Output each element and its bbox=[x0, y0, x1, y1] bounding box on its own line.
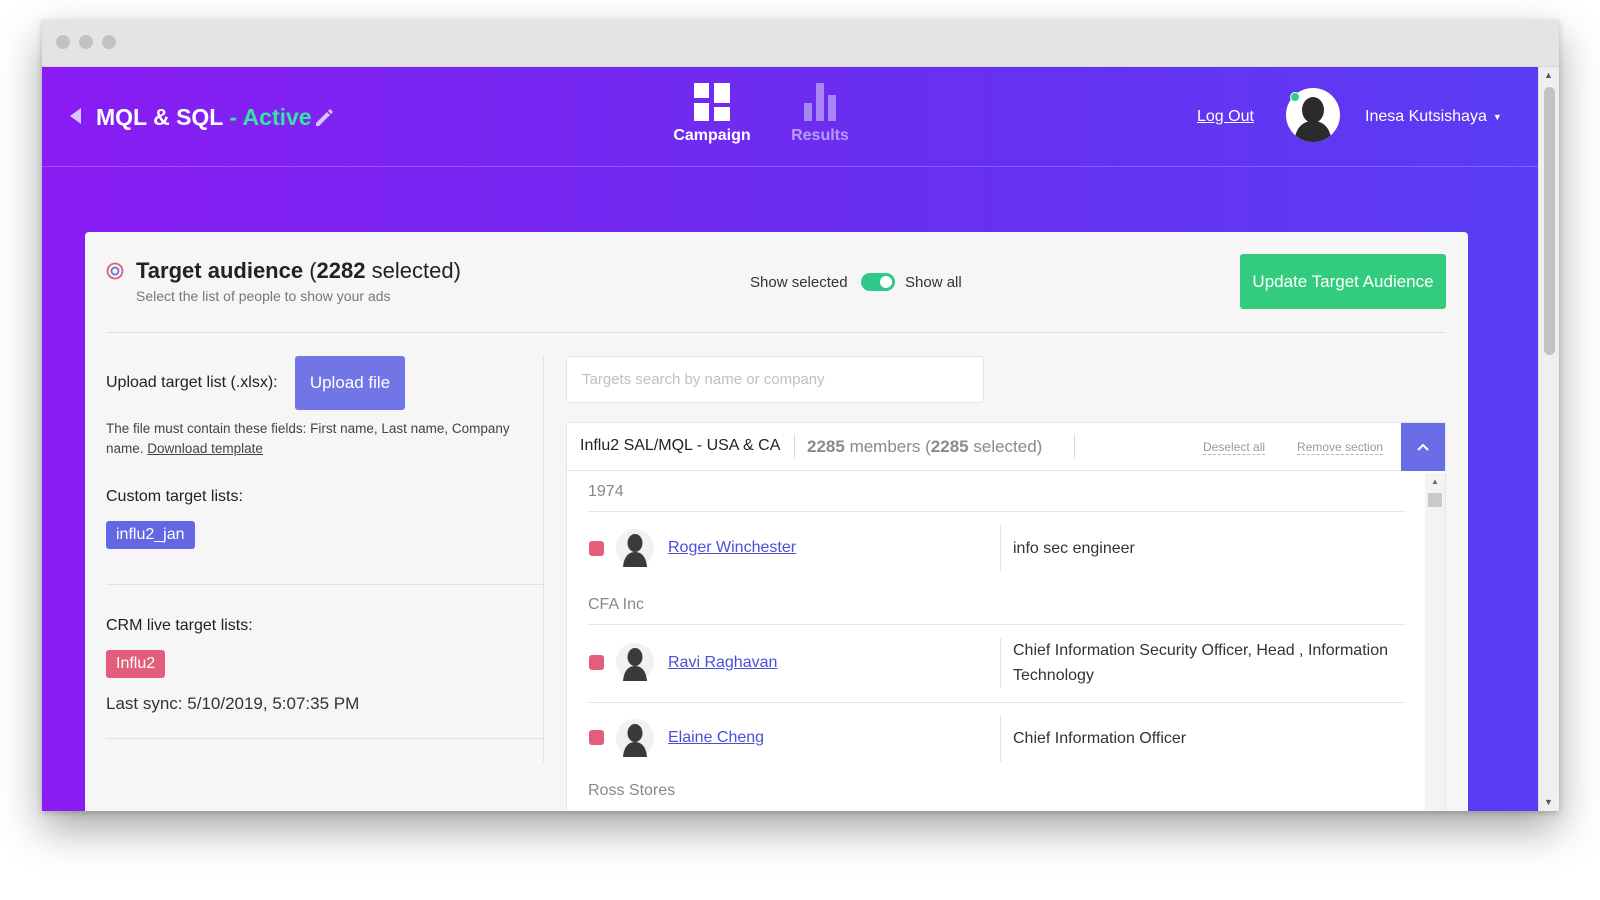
upload-file-button[interactable]: Upload file bbox=[295, 356, 405, 410]
close-window-dot[interactable] bbox=[56, 35, 70, 49]
row-divider bbox=[588, 624, 1406, 625]
back-arrow-icon[interactable] bbox=[70, 108, 81, 124]
page-scrollbar[interactable]: ▲ ▼ bbox=[1538, 67, 1559, 811]
campaign-status: Active bbox=[242, 104, 312, 130]
remove-section-link[interactable]: Remove section bbox=[1297, 440, 1384, 455]
members-selected: 2285 bbox=[930, 437, 969, 456]
dashboard-icon bbox=[694, 83, 730, 121]
collapse-section-button[interactable] bbox=[1401, 423, 1445, 471]
column-divider bbox=[543, 356, 544, 762]
chevron-up-icon bbox=[1417, 443, 1429, 451]
person-name-link[interactable]: Ravi Raghavan bbox=[668, 654, 777, 672]
person-silhouette-icon bbox=[616, 643, 654, 681]
download-template-link[interactable]: Download template bbox=[147, 441, 263, 456]
scroll-up-arrow-icon[interactable]: ▲ bbox=[1431, 477, 1439, 486]
selected-suffix: selected) bbox=[371, 258, 461, 283]
nav-tab-campaign[interactable]: Campaign bbox=[670, 83, 754, 145]
person-checkbox[interactable] bbox=[589, 541, 604, 556]
members-word: members ( bbox=[849, 437, 931, 456]
separator bbox=[1074, 434, 1075, 458]
members-selected-word: selected) bbox=[973, 437, 1043, 456]
person-job-title: Chief Information Security Officer, Head… bbox=[1013, 642, 1388, 684]
company-group-label: CFA Inc bbox=[588, 596, 645, 613]
selected-count: 2282 bbox=[316, 258, 366, 283]
column-divider bbox=[1000, 525, 1001, 571]
person-job-title: info sec engineer bbox=[1013, 540, 1135, 557]
page-scroll-thumb[interactable] bbox=[1544, 87, 1555, 355]
segment-header: Influ2 SAL/MQL - USA & CA 2285 members (… bbox=[567, 423, 1445, 471]
last-sync-text: Last sync: 5/10/2019, 5:07:35 PM bbox=[106, 694, 360, 713]
campaign-title: MQL & SQL - Active bbox=[96, 104, 312, 131]
custom-list-tag[interactable]: influ2_jan bbox=[106, 521, 195, 549]
person-silhouette-icon bbox=[616, 529, 654, 567]
person-checkbox[interactable] bbox=[589, 730, 604, 745]
nav-tab-label: Results bbox=[791, 127, 849, 144]
show-selected-label[interactable]: Show selected bbox=[750, 274, 848, 291]
divider bbox=[106, 584, 543, 585]
list-scroll-thumb[interactable] bbox=[1428, 493, 1442, 507]
company-group-label: 1974 bbox=[588, 483, 624, 500]
toggle-knob bbox=[880, 276, 892, 288]
edit-pencil-icon[interactable] bbox=[312, 105, 336, 129]
upload-note: The file must contain these fields: Firs… bbox=[106, 419, 546, 459]
campaign-name: MQL & SQL bbox=[96, 104, 223, 130]
nav-tab-label: Campaign bbox=[673, 127, 751, 144]
maximize-window-dot[interactable] bbox=[102, 35, 116, 49]
custom-lists-label: Custom target lists: bbox=[106, 488, 243, 505]
user-name: Inesa Kutsishaya bbox=[1365, 108, 1487, 125]
scroll-up-arrow-icon[interactable]: ▲ bbox=[1544, 71, 1553, 80]
divider bbox=[106, 738, 543, 739]
separator bbox=[794, 434, 795, 458]
column-divider bbox=[1000, 638, 1001, 688]
minimize-window-dot[interactable] bbox=[79, 35, 93, 49]
logout-link[interactable]: Log Out bbox=[1197, 108, 1254, 126]
upload-label: Upload target list (.xlsx): bbox=[106, 374, 278, 391]
segment-name: Influ2 SAL/MQL - USA & CA bbox=[580, 437, 781, 454]
app-viewport: MQL & SQL - Active Campaign Results Log … bbox=[42, 67, 1538, 811]
deselect-all-link[interactable]: Deselect all bbox=[1203, 440, 1266, 455]
title-separator: - bbox=[222, 104, 243, 130]
company-group-label: Ross Stores bbox=[588, 782, 676, 799]
target-audience-subtitle: Select the list of people to show your a… bbox=[136, 288, 391, 304]
show-all-label[interactable]: Show all bbox=[905, 274, 962, 291]
crm-lists-label: CRM live target lists: bbox=[106, 617, 253, 634]
crm-list-tag[interactable]: Influ2 bbox=[106, 650, 166, 678]
section-title: Target audience bbox=[136, 258, 304, 283]
list-scrollbar[interactable]: ▲ bbox=[1425, 473, 1445, 811]
row-divider bbox=[588, 511, 1406, 512]
person-silhouette-icon bbox=[616, 719, 654, 757]
online-status-dot bbox=[1290, 92, 1300, 102]
top-header: MQL & SQL - Active Campaign Results Log … bbox=[42, 67, 1538, 167]
divider bbox=[106, 332, 1446, 333]
browser-window: MQL & SQL - Active Campaign Results Log … bbox=[42, 20, 1559, 811]
nav-tab-results[interactable]: Results bbox=[784, 83, 856, 145]
target-audience-title: Target audience (2282 selected) bbox=[136, 258, 461, 283]
column-divider bbox=[1000, 716, 1001, 762]
target-icon bbox=[106, 262, 124, 280]
person-job-title: Chief Information Officer bbox=[1013, 730, 1187, 747]
person-name-link[interactable]: Elaine Cheng bbox=[668, 729, 764, 747]
user-menu[interactable]: Inesa Kutsishaya ▼ bbox=[1365, 108, 1502, 126]
window-titlebar bbox=[42, 20, 1559, 67]
targets-search-input[interactable] bbox=[566, 356, 984, 403]
update-target-audience-button[interactable]: Update Target Audience bbox=[1240, 254, 1446, 309]
segment-members: 2285 members (2285 selected) bbox=[807, 437, 1042, 457]
caret-down-icon: ▼ bbox=[1492, 111, 1502, 122]
members-total: 2285 bbox=[807, 437, 845, 456]
person-checkbox[interactable] bbox=[589, 655, 604, 670]
person-name-link[interactable]: Roger Winchester bbox=[668, 539, 796, 557]
target-segment-list: Influ2 SAL/MQL - USA & CA 2285 members (… bbox=[566, 422, 1446, 811]
scroll-down-arrow-icon[interactable]: ▼ bbox=[1544, 798, 1553, 807]
target-audience-card: Target audience (2282 selected) Select t… bbox=[85, 232, 1468, 811]
show-filter-toggle[interactable] bbox=[861, 273, 895, 291]
bar-chart-icon bbox=[804, 83, 836, 121]
row-divider bbox=[588, 702, 1406, 703]
